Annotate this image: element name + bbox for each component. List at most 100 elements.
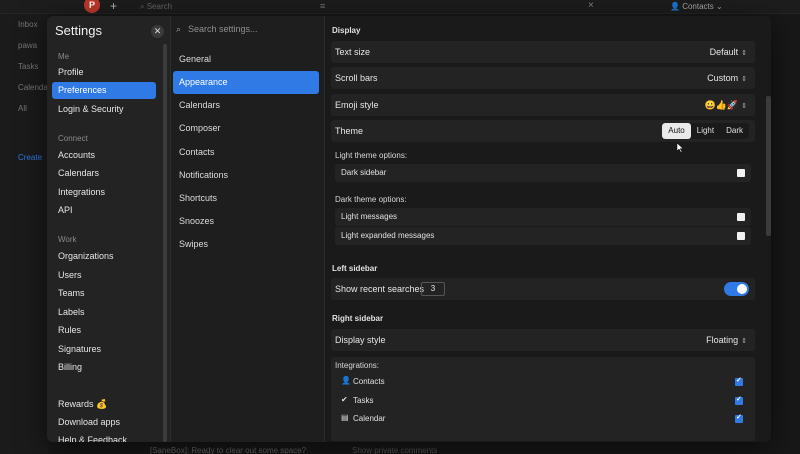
nav-item-labels[interactable]: Labels — [52, 304, 156, 321]
display-style-select[interactable]: Floating ⇕ — [706, 329, 747, 353]
light-messages-checkbox[interactable] — [737, 213, 745, 221]
background-comments: Show private comments — [352, 446, 438, 454]
recent-searches-input[interactable]: 3 — [421, 282, 445, 296]
close-icon[interactable]: × — [588, 0, 594, 11]
category-contacts[interactable]: Contacts — [173, 141, 319, 164]
settings-categories: ⌕ Search settings... General Appearance C… — [170, 16, 325, 442]
plus-icon[interactable]: + — [110, 0, 117, 12]
category-snoozes[interactable]: Snoozes — [173, 210, 319, 233]
display-style-row[interactable]: Display style Floating ⇕ — [331, 329, 755, 351]
nav-scrollbar[interactable] — [163, 44, 167, 442]
emoji-style-label: Emoji style — [335, 100, 379, 110]
bg-sidebar-item[interactable]: Tasks — [0, 56, 48, 77]
nav-item-users[interactable]: Users — [52, 267, 156, 284]
integration-calendar-checkbox[interactable] — [735, 413, 743, 423]
nav-item-signatures[interactable]: Signatures — [52, 341, 156, 358]
integration-calendar-label: Calendar — [353, 414, 386, 423]
display-title: Display — [332, 26, 361, 35]
integration-tasks-row: ✔ Tasks — [341, 392, 749, 410]
nav-item-calendars[interactable]: Calendars — [52, 165, 156, 182]
nav-item-accounts[interactable]: Accounts — [52, 147, 156, 164]
background-search[interactable]: ⌕ Search — [140, 2, 172, 12]
scroll-bars-row[interactable]: Scroll bars Custom ⇕ — [331, 67, 755, 89]
integration-contacts-checkbox[interactable] — [735, 376, 743, 386]
nav-item-rules[interactable]: Rules — [52, 322, 156, 339]
nav-item-api[interactable]: API — [52, 202, 156, 219]
nav-item-login-security[interactable]: Login & Security — [52, 101, 156, 118]
background-topbar: P + ⌕ Search ≡ × 👤 Contacts ⌄ — [0, 0, 800, 14]
nav-item-rewards[interactable]: Rewards 💰 — [52, 396, 156, 413]
nav-item-billing[interactable]: Billing — [52, 359, 156, 376]
avatar[interactable]: P — [84, 0, 100, 13]
integrations-title: Integrations: — [335, 361, 380, 370]
background-message: [SaneBox]: Ready to clear out some space… — [150, 446, 307, 454]
close-icon: ✕ — [153, 26, 162, 36]
check-circle-icon: ✔ — [341, 395, 348, 404]
scroll-bars-label: Scroll bars — [335, 73, 378, 83]
category-appearance[interactable]: Appearance — [173, 71, 319, 94]
integration-calendar-row: ▤ Calendar — [341, 410, 749, 428]
nav-item-organizations[interactable]: Organizations — [52, 248, 156, 265]
integration-tasks-checkbox[interactable] — [735, 395, 743, 405]
settings-search-placeholder: Search settings... — [188, 24, 258, 34]
dark-options-title: Dark theme options: — [335, 195, 407, 204]
bg-sidebar-item[interactable]: pawa — [0, 35, 48, 56]
text-size-row[interactable]: Text size Default ⇕ — [331, 41, 755, 63]
background-search-label: Search — [146, 2, 173, 11]
filter-icon[interactable]: ≡ — [320, 1, 325, 11]
settings-content: Display Text size Default ⇕ Scroll bars C… — [325, 16, 771, 442]
category-general[interactable]: General — [173, 48, 319, 71]
theme-option-light[interactable]: Light — [691, 123, 720, 139]
emoji-style-row[interactable]: Emoji style 😀👍🚀 ⇕ — [331, 94, 755, 116]
updown-icon: ⇕ — [741, 338, 747, 345]
nav-item-profile[interactable]: Profile — [52, 64, 156, 81]
category-calendars[interactable]: Calendars — [173, 94, 319, 117]
light-messages-label: Light messages — [341, 212, 398, 221]
bg-sidebar-item[interactable]: Inbox — [0, 14, 48, 35]
bg-sidebar-item[interactable]: Calendar — [0, 77, 50, 98]
updown-icon: ⇕ — [741, 50, 747, 57]
theme-segmented-control[interactable]: Auto Light Dark — [662, 123, 749, 139]
nav-item-help-feedback[interactable]: Help & Feedback — [52, 432, 156, 442]
recent-searches-row: Show recent searches 3 — [331, 278, 755, 300]
settings-title: Settings — [55, 23, 102, 38]
contacts-dropdown[interactable]: 👤 Contacts ⌄ — [670, 2, 723, 11]
text-size-select[interactable]: Default ⇕ — [710, 41, 747, 65]
dark-sidebar-checkbox[interactable] — [737, 169, 745, 177]
integration-contacts-row: 👤 Contacts — [341, 373, 749, 391]
bg-sidebar-item[interactable]: All — [0, 98, 48, 119]
nav-item-integrations[interactable]: Integrations — [52, 184, 156, 201]
display-style-value: Floating — [706, 335, 739, 345]
search-icon: ⌕ — [176, 24, 182, 34]
nav-item-download-apps[interactable]: Download apps — [52, 414, 156, 431]
category-swipes[interactable]: Swipes — [173, 233, 319, 256]
theme-option-dark[interactable]: Dark — [720, 123, 749, 139]
display-style-label: Display style — [335, 335, 386, 345]
text-size-value: Default — [709, 47, 739, 57]
dark-sidebar-label: Dark sidebar — [341, 168, 387, 177]
integration-tasks-label: Tasks — [353, 396, 374, 405]
nav-item-teams[interactable]: Teams — [52, 285, 156, 302]
theme-label: Theme — [335, 126, 364, 136]
settings-search[interactable]: ⌕ Search settings... — [176, 24, 258, 35]
light-expanded-checkbox[interactable] — [737, 232, 745, 240]
category-notifications[interactable]: Notifications — [173, 164, 319, 187]
nav-item-preferences[interactable]: Preferences — [52, 82, 156, 99]
scroll-bars-select[interactable]: Custom ⇕ — [707, 67, 747, 91]
right-sidebar-title: Right sidebar — [332, 314, 384, 323]
close-button[interactable]: ✕ — [151, 25, 164, 38]
category-composer[interactable]: Composer — [173, 117, 319, 140]
dark-sidebar-row: Dark sidebar — [335, 164, 751, 182]
integration-contacts-label: Contacts — [353, 377, 385, 386]
section-connect: Connect — [58, 134, 88, 143]
theme-option-auto[interactable]: Auto — [662, 123, 691, 139]
light-expanded-row: Light expanded messages — [335, 227, 751, 245]
emoji-style-select[interactable]: 😀👍🚀 ⇕ — [705, 94, 748, 118]
section-work: Work — [58, 235, 77, 244]
recent-searches-toggle[interactable] — [724, 282, 749, 296]
category-shortcuts[interactable]: Shortcuts — [173, 187, 319, 210]
bg-sidebar-item[interactable]: Create — [0, 147, 48, 168]
calendar-icon: ▤ — [341, 413, 349, 422]
content-scrollbar[interactable] — [766, 96, 771, 236]
person-icon: 👤 — [341, 376, 351, 385]
